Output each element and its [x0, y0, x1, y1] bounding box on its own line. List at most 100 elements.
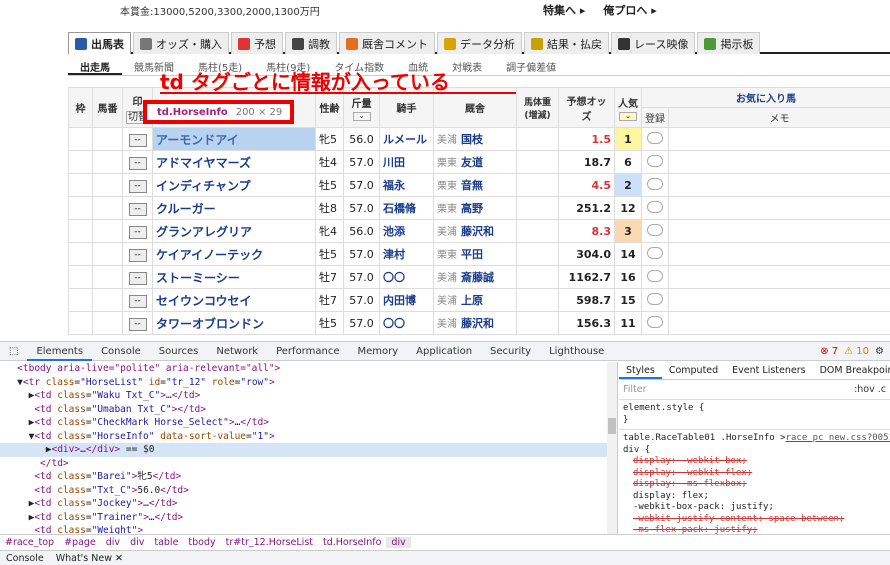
dom-line-selected[interactable]: ▶<div>…</div> == $0	[0, 443, 617, 457]
jockey-link[interactable]: 川田	[383, 156, 405, 169]
styles-tab-1[interactable]: Computed	[662, 362, 725, 379]
trainer-link[interactable]: 藤沢和	[461, 225, 494, 238]
css-declaration[interactable]: display: -webkit-flex;	[619, 468, 890, 480]
memo-cell[interactable]	[669, 266, 890, 289]
elements-tree[interactable]: <tbody aria-live="polite" aria-relevant=…	[0, 362, 618, 534]
mark-select[interactable]: --	[129, 249, 147, 262]
memo-cell[interactable]	[669, 289, 890, 312]
dom-line[interactable]: <tbody aria-live="polite" aria-relevant=…	[0, 362, 617, 376]
breadcrumb-item[interactable]: #race_top	[0, 537, 59, 548]
dom-line[interactable]: ▶<td class="Waku Txt_C">…</td>	[0, 389, 617, 403]
jockey-link[interactable]: 〇〇	[383, 271, 405, 284]
tab-2[interactable]: 予想	[231, 32, 283, 54]
memo-cell[interactable]	[669, 128, 890, 151]
css-declaration[interactable]: display: -ms-flexbox;	[619, 479, 890, 491]
breadcrumb-item[interactable]: div	[386, 537, 410, 548]
breadcrumb-item[interactable]: div	[125, 537, 149, 548]
css-declaration[interactable]: -webkit-justify-content: space-between;	[619, 514, 890, 526]
jockey-link[interactable]: 津村	[383, 248, 405, 261]
trainer-link[interactable]: 上原	[461, 294, 483, 307]
breadcrumb-item[interactable]: td.HorseInfo	[318, 537, 386, 548]
favorite-add-icon[interactable]	[647, 293, 663, 305]
devtools-tab-6[interactable]: Application	[407, 342, 481, 361]
tab-0[interactable]: 出馬表	[68, 32, 131, 54]
mark-select[interactable]: --	[129, 134, 147, 147]
css-source-link[interactable]: race_pc_new.css?0051	[786, 433, 890, 445]
breadcrumb-item[interactable]: tr#tr_12.HorseList	[221, 537, 318, 548]
mark-select[interactable]: --	[129, 272, 147, 285]
trainer-link[interactable]: 国枝	[461, 133, 483, 146]
favorite-add-icon[interactable]	[647, 132, 663, 144]
jockey-link[interactable]: 石橋脩	[383, 202, 416, 215]
dom-line[interactable]: ▶<td class="Jockey">…</td>	[0, 497, 617, 511]
favorite-add-icon[interactable]	[647, 270, 663, 282]
trainer-link[interactable]: 斎藤誠	[461, 271, 494, 284]
tab-6[interactable]: 結果・払戻	[524, 32, 609, 54]
mark-select[interactable]: --	[129, 295, 147, 308]
dom-line[interactable]: ▶<td class="CheckMark Horse_Select">…</t…	[0, 416, 617, 430]
tab-3[interactable]: 調教	[285, 32, 337, 54]
devtools-tab-1[interactable]: Console	[92, 342, 150, 361]
horse-name-link[interactable]: グランアレグリア	[156, 225, 252, 239]
dom-line[interactable]: ▼<td class="HorseInfo" data-sort-value="…	[0, 430, 617, 444]
favorite-add-icon[interactable]	[647, 155, 663, 167]
devtools-tab-4[interactable]: Performance	[267, 342, 348, 361]
css-declaration[interactable]: display: flex;	[619, 491, 890, 503]
mark-select[interactable]: --	[129, 157, 147, 170]
favorite-add-icon[interactable]	[647, 316, 663, 328]
console-tab-1[interactable]: What's New ✕	[56, 553, 123, 564]
tab-7[interactable]: レース映像	[611, 32, 695, 54]
subtab-0[interactable]: 出走馬	[68, 56, 122, 75]
mark-select[interactable]: --	[129, 318, 147, 331]
tab-8[interactable]: 掲示板	[697, 32, 760, 54]
tab-4[interactable]: 厩舎コメント	[339, 32, 435, 54]
devtools-tab-2[interactable]: Sources	[150, 342, 208, 361]
inspect-icon[interactable]: ⬚	[0, 342, 27, 361]
dom-line[interactable]: <td class="Umaban Txt_C"></td>	[0, 403, 617, 417]
dom-line[interactable]: </td>	[0, 457, 617, 471]
breadcrumb-item[interactable]: tbody	[183, 537, 220, 548]
devtools-tab-8[interactable]: Lighthouse	[540, 342, 613, 361]
tab-5[interactable]: データ分析	[437, 32, 522, 54]
jockey-link[interactable]: 内田博	[383, 294, 416, 307]
favorite-add-icon[interactable]	[647, 247, 663, 259]
feature-link[interactable]: 特集へ ▸	[543, 2, 585, 18]
mark-select[interactable]: --	[129, 226, 147, 239]
styles-tab-2[interactable]: Event Listeners	[725, 362, 812, 379]
devtools-tab-3[interactable]: Network	[207, 342, 267, 361]
trainer-link[interactable]: 藤沢和	[461, 317, 494, 330]
mark-select[interactable]: --	[129, 180, 147, 193]
horse-name-link[interactable]: クルーガー	[156, 202, 216, 216]
dom-line[interactable]: <td class="Txt_C">56.0</td>	[0, 484, 617, 498]
horse-name-link[interactable]: タワーオブロンドン	[156, 317, 264, 331]
styles-tab-3[interactable]: DOM Breakpoints	[813, 362, 890, 379]
favorite-add-icon[interactable]	[647, 201, 663, 213]
hov-toggle[interactable]: :hov .c	[854, 384, 890, 395]
memo-cell[interactable]	[669, 243, 890, 266]
dom-line[interactable]: ▶<td class="Trainer">…</td>	[0, 511, 617, 525]
horse-name-link[interactable]: アドマイヤマーズ	[156, 156, 251, 170]
memo-cell[interactable]	[669, 151, 890, 174]
jockey-link[interactable]: ルメール	[383, 133, 427, 146]
css-declaration[interactable]: -webkit-box-pack: justify;	[619, 502, 890, 514]
settings-gear-icon[interactable]: ⚙	[875, 346, 884, 357]
error-count[interactable]: ⊗ 7	[820, 346, 838, 357]
horse-name-link[interactable]: ストーミーシー	[156, 271, 240, 285]
my-pro-link[interactable]: 俺プロへ ▸	[603, 2, 656, 18]
dom-line[interactable]: ▼<tr class="HorseList" id="tr_12" role="…	[0, 376, 617, 390]
styles-tab-0[interactable]: Styles	[619, 362, 662, 379]
trainer-link[interactable]: 友道	[461, 156, 483, 169]
css-declaration[interactable]: display: -webkit-box;	[619, 456, 890, 468]
breadcrumb-item[interactable]: table	[149, 537, 183, 548]
jockey-link[interactable]: 〇〇	[383, 317, 405, 330]
tab-1[interactable]: オッズ・購入	[133, 32, 229, 54]
sort-icon[interactable]: ⌄	[353, 112, 371, 121]
trainer-link[interactable]: 高野	[461, 202, 483, 215]
dom-line[interactable]: <td class="Weight">	[0, 524, 617, 534]
subtab-7[interactable]: 調子偏差値	[494, 56, 568, 75]
devtools-tab-7[interactable]: Security	[481, 342, 540, 361]
devtools-tab-0[interactable]: Elements	[27, 342, 92, 361]
horse-name-link[interactable]: インディチャンプ	[156, 179, 251, 193]
mark-select[interactable]: --	[129, 203, 147, 216]
memo-cell[interactable]	[669, 197, 890, 220]
